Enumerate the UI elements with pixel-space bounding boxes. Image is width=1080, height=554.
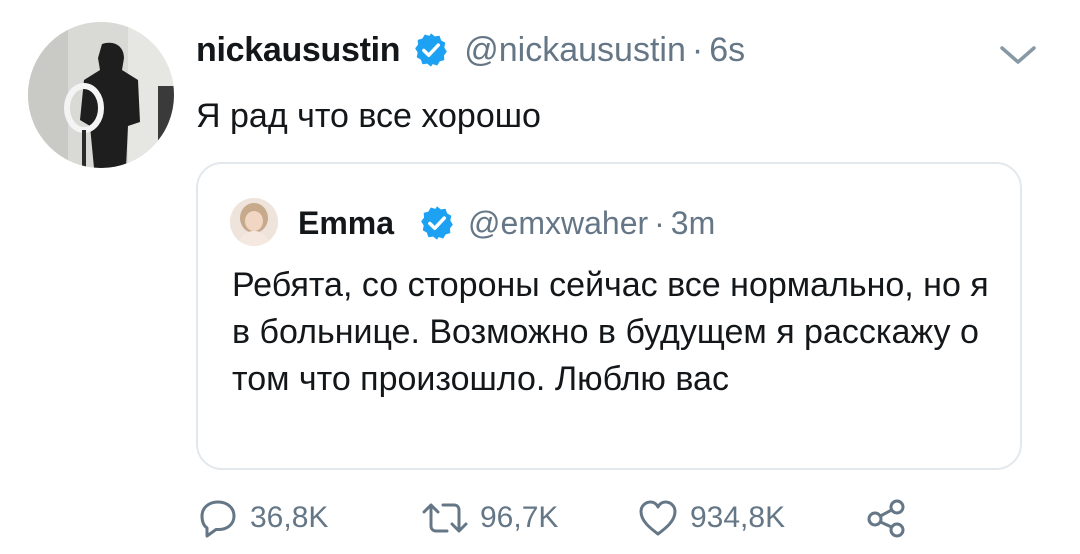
avatar-photo [28,22,174,168]
like-count: 934,8K [690,501,786,534]
tweet-text: Я рад что все хорошо [196,97,541,135]
separator-dot: · [654,204,665,241]
quoted-tweet-text: Ребята, со стороны сейчас все нормально,… [232,266,989,398]
separator-dot: · [691,30,704,69]
share-icon [864,496,908,540]
retweet-button[interactable]: 96,7K [420,494,558,542]
tweet-timestamp[interactable]: 6s [709,31,745,70]
quoted-avatar-photo [230,198,278,246]
heart-icon [636,496,680,540]
chevron-down-icon[interactable] [996,40,1040,70]
verified-badge-icon [418,204,456,242]
author-display-name[interactable]: nickausustin [196,31,401,70]
retweet-icon [420,496,470,540]
reply-button[interactable]: 36,8K [196,494,328,542]
retweet-count: 96,7K [480,501,559,534]
author-avatar[interactable] [28,22,174,168]
reply-icon [196,496,240,540]
quoted-tweet-timestamp[interactable]: 3m [671,205,715,242]
author-handle[interactable]: @nickausustin [464,31,686,70]
tweet-header: nickausustin @nickausustin · 6s [196,26,745,74]
quoted-tweet-card[interactable]: Emma @emxwaher · 3m Ребята, со стороны с… [196,162,1022,470]
tweet-action-bar: 36,8K 96,7K 934,8K [196,494,996,542]
quoted-author-handle[interactable]: @emxwaher [468,205,648,242]
quoted-tweet-header: Emma @emxwaher · 3m [298,200,715,246]
quoted-author-avatar [230,198,278,246]
reply-count: 36,8K [250,501,329,534]
share-button[interactable] [864,494,908,542]
verified-badge-icon [412,31,450,69]
quoted-author-display-name[interactable]: Emma [298,205,394,242]
like-button[interactable]: 934,8K [636,494,785,542]
